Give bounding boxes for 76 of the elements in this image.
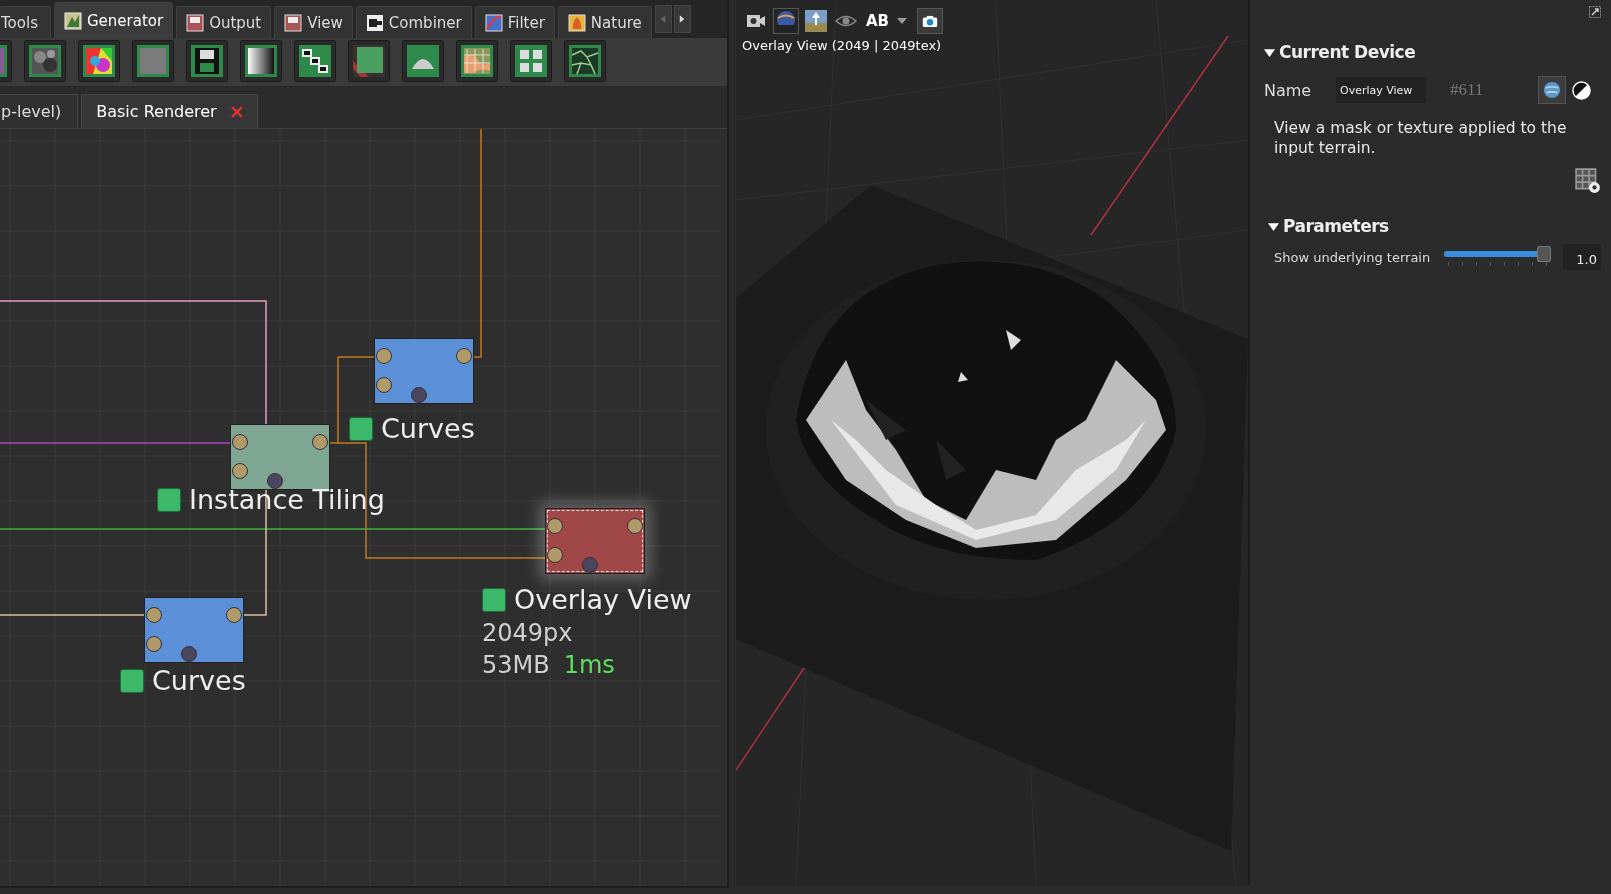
section-header[interactable]: Parameters	[1268, 216, 1601, 236]
viewport-caption: Overlay View (2049 | 2049tex)	[742, 38, 942, 53]
node-resolution: 2049px	[482, 619, 574, 647]
status-indicator	[157, 487, 181, 512]
screenshot-button[interactable]	[917, 8, 944, 34]
maximize-icon[interactable]	[1589, 6, 1601, 18]
tiles-icon	[299, 45, 331, 77]
graph-node[interactable]	[230, 424, 330, 490]
square-button[interactable]	[348, 40, 390, 82]
flat-fill-icon	[137, 45, 169, 77]
flame-icon	[567, 13, 586, 32]
close-icon[interactable]	[230, 105, 243, 118]
document-tab[interactable]: Basic Renderer	[81, 94, 258, 128]
landscape-icon	[63, 11, 82, 30]
free-camera-icon[interactable]	[804, 9, 828, 33]
globe-orbit-icon[interactable]	[774, 9, 798, 33]
camera-icon	[922, 14, 939, 28]
slider-value[interactable]: 1.0	[1563, 244, 1601, 270]
tab[interactable]: Filter	[474, 6, 555, 38]
grid-settings-icon[interactable]	[1575, 168, 1601, 194]
square-icon	[353, 45, 385, 77]
slider-thumb[interactable]	[1537, 246, 1552, 262]
preview-button[interactable]	[1538, 76, 1566, 104]
gradient-icon	[245, 45, 277, 77]
left-arrow-icon	[660, 15, 667, 23]
tab[interactable]: Nature	[557, 6, 652, 38]
tab[interactable]: Tools	[0, 6, 51, 38]
node-time: 1ms	[563, 651, 615, 679]
expanded-triangle-icon	[1268, 220, 1279, 232]
node-title: Overlay View	[514, 584, 692, 615]
slider[interactable]	[1443, 246, 1552, 268]
name-field[interactable]: Overlay View	[1336, 77, 1426, 103]
curve-icon	[484, 13, 503, 32]
caret-icon[interactable]	[897, 18, 908, 24]
globe-icon	[1543, 81, 1561, 99]
plug-icon	[365, 13, 384, 32]
flat-fill-button[interactable]	[132, 40, 174, 82]
gradient-button[interactable]	[240, 40, 282, 82]
document-tab[interactable]: p-level)	[0, 94, 79, 128]
tab[interactable]: Combiner	[355, 6, 472, 38]
grid-button[interactable]	[510, 40, 552, 82]
cells-icon	[569, 45, 601, 77]
compare-button[interactable]: AB	[864, 12, 892, 30]
device-id: #611	[1450, 80, 1485, 100]
expanded-triangle-icon	[1264, 46, 1275, 58]
color-map-icon	[83, 45, 115, 77]
tab[interactable]: Generator	[53, 2, 174, 38]
tiles-button[interactable]	[294, 40, 336, 82]
save-button[interactable]	[186, 40, 228, 82]
graph-node[interactable]	[144, 597, 244, 663]
map-button[interactable]	[456, 40, 498, 82]
noise-texture-icon	[29, 45, 61, 77]
status-indicator	[482, 587, 506, 612]
grid-icon	[515, 45, 547, 77]
field-label: Name	[1264, 80, 1313, 100]
contrast-icon[interactable]	[1572, 80, 1591, 100]
noise-texture-button[interactable]	[24, 40, 66, 82]
status-indicator	[349, 416, 373, 441]
tab[interactable]: Output	[176, 6, 272, 38]
section-header[interactable]: Current Device	[1264, 42, 1601, 62]
graph-node[interactable]	[374, 338, 474, 404]
tab[interactable]: View	[274, 6, 353, 38]
node-memory: 53MB	[482, 651, 550, 679]
map-icon	[461, 45, 493, 77]
node-title: Curves	[152, 665, 246, 696]
scroll-right-button[interactable]	[673, 5, 691, 33]
color-map-button[interactable]	[78, 40, 120, 82]
slider-label: Show underlying terrain	[1274, 249, 1432, 265]
mound-icon	[407, 45, 439, 77]
status-indicator	[120, 668, 144, 693]
cells-button[interactable]	[564, 40, 606, 82]
node-title: Curves	[381, 413, 475, 444]
mound-button[interactable]	[402, 40, 444, 82]
right-arrow-icon	[679, 15, 686, 23]
device-description: View a mask or texture applied to the input terrain.	[1274, 118, 1568, 158]
graph-node[interactable]	[545, 508, 645, 574]
